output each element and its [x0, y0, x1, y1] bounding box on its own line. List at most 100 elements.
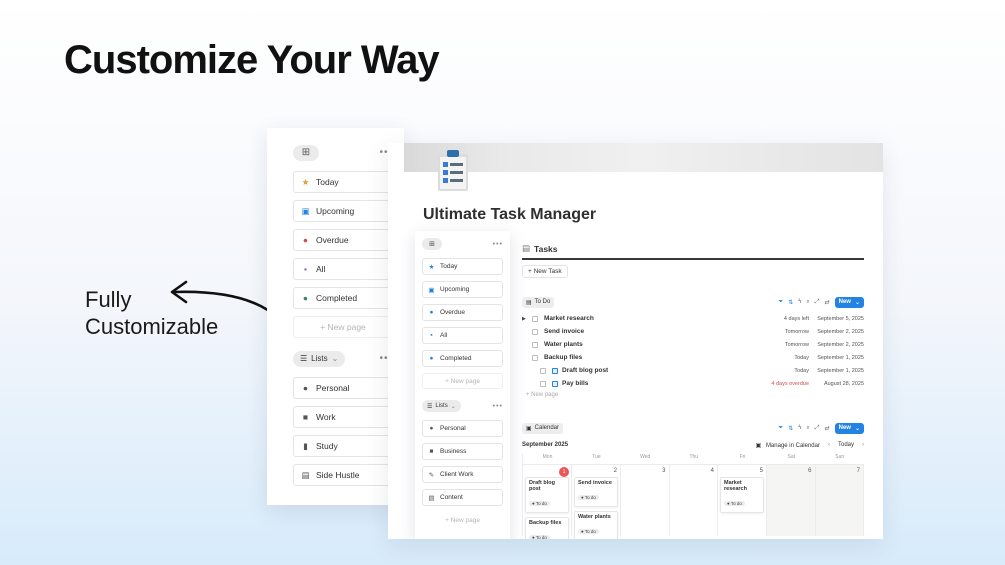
expand-icon[interactable]: ⤢ [815, 299, 820, 306]
embedded-item-label: Overdue [440, 309, 465, 316]
task-checkbox[interactable] [540, 380, 546, 387]
task-name: Pay bills [562, 380, 589, 387]
calendar-day[interactable]: 5 Market research ● To do [718, 464, 767, 536]
chevron-right-icon[interactable]: › [862, 442, 864, 448]
sidebar-item-label: Upcoming [316, 206, 355, 216]
task-checkbox[interactable] [532, 354, 538, 361]
embedded-item-overdue[interactable]: ● Overdue [422, 304, 503, 321]
embedded-sidebar-nav: ★ Today ▣ Upcoming ● Overdue ▪ All ● Completed [422, 258, 503, 367]
embedded-lists-more-icon[interactable]: ••• [493, 403, 503, 410]
task-checkbox[interactable] [532, 328, 538, 335]
task-date: September 2, 2025 [817, 328, 864, 335]
task-checkbox[interactable] [540, 367, 546, 374]
task-due-status: Today [794, 354, 809, 361]
sort-icon[interactable]: ⇅ [788, 299, 793, 306]
status-badge: ● To do [529, 535, 550, 539]
task-date: August 28, 2025 [823, 380, 864, 387]
event-name: Water plants [578, 514, 611, 520]
search-icon[interactable]: ⌕ [806, 299, 809, 306]
embedded-more-icon[interactable]: ••• [493, 241, 503, 248]
calendar-event[interactable]: Draft blog post ● To do [525, 477, 569, 513]
new-task-button[interactable]: + New Task [522, 265, 568, 278]
day-number: 4 [710, 468, 714, 474]
calendar-day[interactable]: 4 [669, 464, 718, 536]
embedded-item-today[interactable]: ★ Today [422, 258, 503, 275]
list-item-personal[interactable]: ● Personal [293, 377, 393, 399]
task-row[interactable]: Send invoice Tomorrow September 2, 2025 [522, 325, 864, 338]
new-page-button[interactable]: + New page [293, 316, 393, 338]
status-badge: ● To do [578, 529, 599, 534]
task-row[interactable]: ▶ Market research 4 days left September 5, … [522, 312, 864, 325]
task-checkbox[interactable] [532, 341, 538, 348]
search-icon[interactable]: ⌕ [806, 425, 809, 432]
sidebar-item-label: All [316, 264, 326, 274]
sidebar-item-completed[interactable]: ● Completed [293, 287, 393, 309]
embedded-list-item-client-work[interactable]: ✎ Client Work [422, 466, 503, 483]
sidebar-item-today[interactable]: ★ Today [293, 171, 393, 193]
embedded-new-page-button[interactable]: + New page [422, 373, 503, 389]
toggle-icon[interactable]: ▶ [522, 316, 532, 322]
day-number: 2 [613, 468, 617, 474]
filter-icon[interactable]: ⏷ [778, 299, 783, 306]
sidebar-item-all[interactable]: ▪ All [293, 258, 393, 280]
todo-view-bar: ▤ To Do ⏷ ⇅ ϟ ⌕ ⤢ ⇄ New ⌄ [522, 296, 864, 308]
filter-icon[interactable]: ⏷ [778, 425, 783, 432]
embedded-new-page-bottom[interactable]: + New page [422, 512, 503, 528]
embedded-list-item-personal[interactable]: ● Personal [422, 420, 503, 437]
calendar-day[interactable]: 2 Send invoice ● To do Water plants ● To do [572, 464, 621, 539]
todo-new-button[interactable]: New ⌄ [834, 296, 864, 308]
calendar-new-button[interactable]: New ⌄ [834, 422, 864, 434]
task-new-page-button[interactable]: + New page [522, 392, 864, 398]
status-label: To do [535, 501, 547, 506]
task-checkbox[interactable] [532, 315, 538, 322]
task-row[interactable]: Draft blog post Today September 1, 2025 [522, 364, 864, 377]
calendar-day[interactable]: 1 Draft blog post ● To do Backup files ● To … [523, 464, 572, 539]
list-item-work[interactable]: ■ Work [293, 406, 393, 428]
expand-icon[interactable]: ⤢ [815, 425, 820, 432]
embedded-list-item-content[interactable]: ▤ Content [422, 489, 503, 506]
embedded-item-all[interactable]: ▪ All [422, 327, 503, 344]
status-badge: ● To do [529, 501, 550, 506]
page-title: Ultimate Task Manager [423, 206, 597, 223]
calendar-event[interactable]: Backup files ● To do [525, 517, 569, 539]
book-icon: ▮ [303, 440, 308, 451]
embedded-item-label: Upcoming [440, 286, 470, 293]
automation-icon[interactable]: ϟ [798, 299, 801, 305]
todo-view-tab[interactable]: ▤ To Do [522, 296, 555, 308]
list-item-study[interactable]: ▮ Study [293, 435, 393, 457]
embedded-grid-button[interactable]: ⊞ [422, 238, 442, 250]
settings-icon[interactable]: ⇄ [825, 425, 830, 432]
embedded-list-item-business[interactable]: ■ Business [422, 443, 503, 460]
calendar-day[interactable]: 3 [621, 464, 670, 536]
embedded-item-upcoming[interactable]: ▣ Upcoming [422, 281, 503, 298]
sidebar-item-overdue[interactable]: ● Overdue [293, 229, 393, 251]
grid-view-button[interactable]: ⊞ [293, 144, 319, 161]
sidebar-item-upcoming[interactable]: ▣ Upcoming [293, 200, 393, 222]
task-row[interactable]: Backup files Today September 1, 2025 [522, 351, 864, 364]
sort-icon[interactable]: ⇅ [788, 425, 793, 432]
task-row[interactable]: Water plants Tomorrow September 2, 2025 [522, 338, 864, 351]
calendar-day[interactable]: 6 [767, 464, 816, 536]
task-date: September 2, 2025 [817, 341, 864, 348]
task-row[interactable]: Pay bills 4 days overdue August 28, 2025 [522, 377, 864, 390]
embedded-item-completed[interactable]: ● Completed [422, 350, 503, 367]
day-number: 3 [662, 468, 666, 474]
calendar-today-button[interactable]: Today [838, 442, 854, 448]
manage-in-calendar-button[interactable]: ▣ Manage in Calendar [756, 442, 820, 449]
grid-icon: ⊞ [429, 241, 435, 248]
alert-icon: ● [429, 309, 434, 316]
calendar-day[interactable]: 7 [815, 464, 864, 536]
chevron-left-icon[interactable]: ‹ [828, 442, 830, 448]
task-due-status: 4 days left [783, 315, 809, 322]
settings-icon[interactable]: ⇄ [825, 299, 830, 306]
calendar-controls: ▣ Manage in Calendar ‹ Today › [756, 442, 864, 449]
list-item-side-hustle[interactable]: ▤ Side Hustle [293, 464, 393, 486]
sidebar-panel: ⊞ ••• ★ Today ▣ Upcoming ● Overdue ▪ All ● Comple… [267, 128, 404, 505]
calendar-event[interactable]: Send invoice ● To do [574, 477, 618, 507]
lists-toggle[interactable]: ☰ Lists ⌄ [293, 350, 346, 367]
calendar-view-tab[interactable]: ▣ Calendar [522, 422, 564, 434]
calendar-event[interactable]: Water plants ● To do [574, 511, 618, 539]
automation-icon[interactable]: ϟ [798, 425, 801, 431]
embedded-lists-toggle[interactable]: ☰ Lists ⌄ [422, 400, 461, 412]
calendar-event[interactable]: Market research ● To do [720, 477, 764, 513]
